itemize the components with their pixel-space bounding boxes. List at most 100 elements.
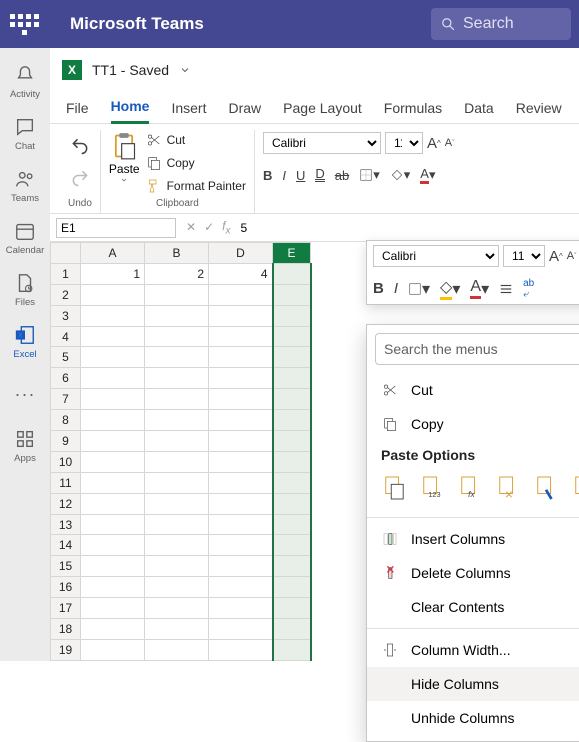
ctx-unhide-cols[interactable]: Unhide Columns — [367, 701, 579, 735]
italic-button[interactable]: I — [282, 168, 286, 183]
cell-D12[interactable] — [209, 493, 273, 514]
mini-shrink-font[interactable]: Aˇ — [567, 250, 577, 262]
cell-A1[interactable]: 1 — [81, 263, 145, 284]
font-name-select[interactable]: Calibri — [263, 132, 381, 154]
cell-B8[interactable] — [145, 410, 209, 431]
mini-fill[interactable]: ◇▾ — [440, 277, 460, 300]
ctx-copy[interactable]: Copy — [367, 407, 579, 441]
copy-button[interactable]: Copy — [146, 153, 246, 173]
cell-A7[interactable] — [81, 389, 145, 410]
tab-insert[interactable]: Insert — [171, 92, 206, 124]
cell-B2[interactable] — [145, 284, 209, 305]
spreadsheet-grid[interactable]: ABDE11242345678910111213141516171819 — [50, 242, 312, 661]
cell-D10[interactable] — [209, 451, 273, 472]
bold-button[interactable]: B — [263, 168, 272, 183]
cell-E17[interactable] — [273, 598, 311, 619]
cell-A4[interactable] — [81, 326, 145, 347]
tab-formulas[interactable]: Formulas — [384, 92, 442, 124]
cell-D14[interactable] — [209, 535, 273, 556]
cell-B10[interactable] — [145, 451, 209, 472]
cell-B5[interactable] — [145, 347, 209, 368]
cell-B4[interactable] — [145, 326, 209, 347]
cell-A11[interactable] — [81, 472, 145, 493]
cell-E7[interactable] — [273, 389, 311, 410]
row-header-5[interactable]: 5 — [51, 347, 81, 368]
row-header-19[interactable]: 19 — [51, 639, 81, 660]
cell-B17[interactable] — [145, 598, 209, 619]
row-header-13[interactable]: 13 — [51, 514, 81, 535]
accept-formula-icon[interactable]: ✓ — [204, 220, 214, 234]
rail-calendar[interactable]: Calendar — [0, 214, 50, 262]
rail-excel[interactable]: X Excel — [0, 318, 50, 366]
rail-activity[interactable]: Activity — [0, 58, 50, 106]
cell-A14[interactable] — [81, 535, 145, 556]
cell-A8[interactable] — [81, 410, 145, 431]
cell-B16[interactable] — [145, 577, 209, 598]
search-box[interactable]: Search — [431, 8, 571, 40]
cell-A6[interactable] — [81, 368, 145, 389]
cell-D2[interactable] — [209, 284, 273, 305]
cell-B3[interactable] — [145, 305, 209, 326]
cell-E16[interactable] — [273, 577, 311, 598]
ctx-search[interactable]: Search the menus — [375, 333, 579, 365]
row-header-2[interactable]: 2 — [51, 284, 81, 305]
grow-font-button[interactable]: A^ — [427, 135, 441, 152]
cell-D7[interactable] — [209, 389, 273, 410]
mini-font-select[interactable]: Calibri — [373, 245, 499, 267]
row-header-6[interactable]: 6 — [51, 368, 81, 389]
fill-color-button[interactable]: ▾ — [390, 167, 411, 183]
cell-E13[interactable] — [273, 514, 311, 535]
row-header-1[interactable]: 1 — [51, 263, 81, 284]
row-header-11[interactable]: 11 — [51, 472, 81, 493]
mini-grow-font[interactable]: A^ — [549, 248, 563, 265]
mini-font-color[interactable]: A▾ — [470, 278, 489, 299]
cell-E5[interactable] — [273, 347, 311, 368]
row-header-10[interactable]: 10 — [51, 451, 81, 472]
formula-value[interactable]: 5 — [240, 221, 573, 235]
col-header-D[interactable]: D — [209, 243, 273, 264]
paste-opt-values[interactable]: 123 — [419, 473, 445, 503]
row-header-4[interactable]: 4 — [51, 326, 81, 347]
cell-A12[interactable] — [81, 493, 145, 514]
mini-italic[interactable]: I — [394, 280, 398, 297]
ctx-clear[interactable]: Clear Contents — [367, 590, 579, 624]
cell-E1[interactable] — [273, 263, 311, 284]
cell-A9[interactable] — [81, 431, 145, 452]
fx-icon[interactable]: fx — [222, 219, 230, 236]
tab-draw[interactable]: Draw — [228, 92, 261, 124]
paste-opt-default[interactable] — [381, 473, 407, 503]
col-header-B[interactable]: B — [145, 243, 209, 264]
cell-E8[interactable] — [273, 410, 311, 431]
cell-B13[interactable] — [145, 514, 209, 535]
name-box[interactable]: E1 — [56, 218, 176, 238]
border-button[interactable]: ▾ — [359, 167, 380, 183]
mini-size-select[interactable]: 11 — [503, 245, 545, 267]
font-color-button[interactable]: A▾ — [420, 166, 435, 184]
cell-D13[interactable] — [209, 514, 273, 535]
cell-B14[interactable] — [145, 535, 209, 556]
row-header-18[interactable]: 18 — [51, 619, 81, 640]
rail-chat[interactable]: Chat — [0, 110, 50, 158]
strike-button[interactable]: ab — [335, 168, 349, 183]
cell-D8[interactable] — [209, 410, 273, 431]
cell-B12[interactable] — [145, 493, 209, 514]
tab-data[interactable]: Data — [464, 92, 494, 124]
mini-align[interactable] — [499, 282, 513, 296]
row-header-3[interactable]: 3 — [51, 305, 81, 326]
cell-E14[interactable] — [273, 535, 311, 556]
cell-A18[interactable] — [81, 619, 145, 640]
row-header-9[interactable]: 9 — [51, 431, 81, 452]
ctx-hide-cols[interactable]: Hide Columns — [367, 667, 579, 701]
font-size-select[interactable]: 11 — [385, 132, 423, 154]
tab-file[interactable]: File — [66, 92, 89, 124]
cell-A17[interactable] — [81, 598, 145, 619]
row-header-14[interactable]: 14 — [51, 535, 81, 556]
cell-B18[interactable] — [145, 619, 209, 640]
ctx-insert-cols[interactable]: Insert Columns — [367, 522, 579, 556]
cell-E3[interactable] — [273, 305, 311, 326]
cell-D16[interactable] — [209, 577, 273, 598]
cell-D15[interactable] — [209, 556, 273, 577]
redo-icon[interactable] — [70, 168, 90, 188]
undo-icon[interactable] — [70, 136, 90, 156]
cell-D6[interactable] — [209, 368, 273, 389]
